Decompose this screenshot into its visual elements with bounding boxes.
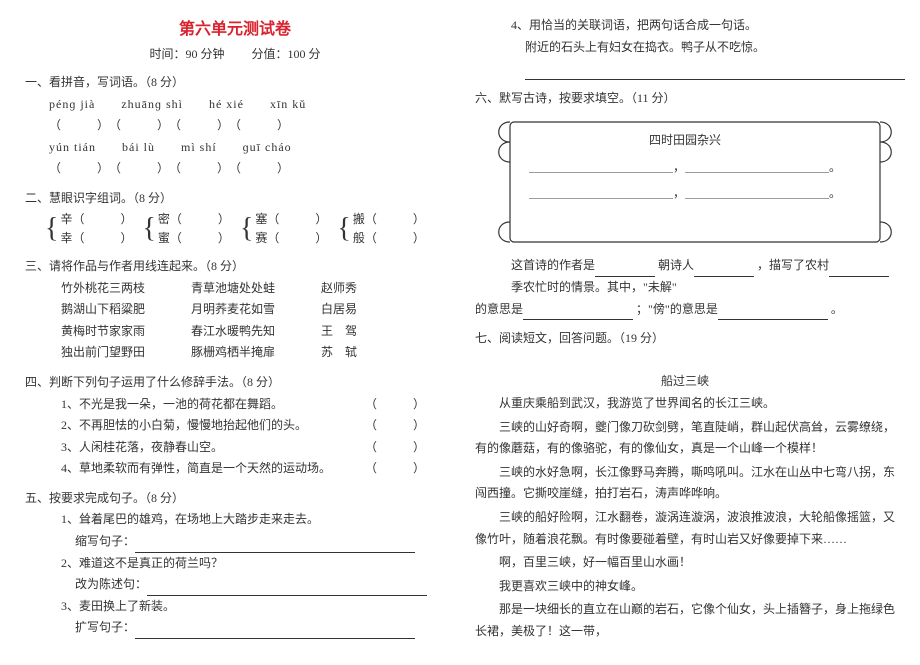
blank-line [135,539,415,553]
section-3: 三、请将作品与作者用线连起来。（8 分） 竹外桃花三两枝青草池塘处处蛙赵师秀 鹅… [25,256,445,364]
blank-line [147,582,427,596]
paren-row-2: （ ） （ ） （ ） （ ） [25,158,445,180]
poem-line-1: ＿＿＿＿＿＿＿＿＿＿＿＿，＿＿＿＿＿＿＿＿＿＿＿＿。 [525,154,845,180]
section-6-heading: 六、默写古诗，按要求填空。（11 分） [475,88,895,110]
q5-3-sub: 扩写句子： [75,620,135,634]
para-4: 三峡的船好险啊，江水翻卷，漩涡连漩涡，波浪推波浪，大轮船像摇篮，又像竹叶，随着浪… [475,507,895,550]
blank-line [525,66,905,80]
blank-line [718,306,828,320]
s6-desc-1: 这首诗的作者是 朝诗人 ，描写了农村 季农忙时的情景。其中，"未解" [475,255,895,298]
blank-line [595,263,655,277]
brace-icon: { [337,215,350,243]
passage-title: 船过三峡 [475,371,895,393]
para-7: 那是一块细长的直立在山巅的岩石，它像个仙女，头上插簪子，身上拖绿色长裙，美极了！… [475,599,895,642]
para-2: 三峡的山好奇啊，夔门像刀砍剑劈，笔直陡峭，群山起伏高耸，云雾缭绕，有的像蘑菇，有… [475,417,895,460]
match-row: 黄梅时节家家雨春江水暖鸭先知王 驾 [25,321,445,343]
section-6: 六、默写古诗，按要求填空。（11 分） 四时田园杂兴 ＿＿＿＿＿＿＿＿＿＿＿＿，… [475,88,895,320]
section-3-heading: 三、请将作品与作者用线连起来。（8 分） [25,256,445,278]
pair-4a: 搬（ ） [353,210,425,229]
section-5-heading: 五、按要求完成句子。（8 分） [25,488,445,510]
blank-line [694,263,754,277]
q4-2: 2、不再胆怯的小白菊，慢慢地抬起他们的头。 [61,415,307,437]
poem-line-2: ＿＿＿＿＿＿＿＿＿＿＿＿，＿＿＿＿＿＿＿＿＿＿＿＿。 [525,180,845,206]
q5-2: 2、难道这不是真正的荷兰吗？ [25,553,445,575]
pair-2b: 蜜（ ） [158,229,230,248]
section-4-heading: 四、判断下列句子运用了什么修辞手法。（8 分） [25,372,445,394]
q5-3: 3、麦田换上了新装。 [25,596,445,618]
brace-icon: { [45,215,58,243]
answer-paren: （ ） [365,458,445,480]
pair-2a: 密（ ） [158,210,230,229]
pair-1b: 幸（ ） [60,229,132,248]
section-1: 一、看拼音，写词语。（8 分） pénɡ jià zhuānɡ shì hé x… [25,72,445,180]
pinyin-row-1: pénɡ jià zhuānɡ shì hé xié xīn kǔ [25,94,445,116]
para-3: 三峡的水好急啊，长江像野马奔腾，嘶鸣吼叫。江水在山丛中七弯八拐，东闯西撞。它撕咬… [475,462,895,505]
brace-icon: { [142,215,155,243]
pair-3a: 塞（ ） [255,210,327,229]
section-7-heading: 七、阅读短文，回答问题。（19 分） [475,328,895,350]
section-1-heading: 一、看拼音，写词语。（8 分） [25,72,445,94]
q5-4-text: 附近的石头上有妇女在捣衣。鸭子从不吃惊。 [475,37,895,59]
q5-1: 1、耸着尾巴的雄鸡，在场地上大踏步走来走去。 [25,509,445,531]
blank-line [523,306,633,320]
pair-3b: 赛（ ） [255,229,327,248]
q5-2-sub: 改为陈述句： [75,577,147,591]
section-5b: 4、用恰当的关联词语，把两句话合成一句话。 附近的石头上有妇女在捣衣。鸭子从不吃… [475,15,895,80]
section-4: 四、判断下列句子运用了什么修辞手法。（8 分） 1、不光是我一朵，一池的荷花都在… [25,372,445,480]
paren-row-1: （ ） （ ） （ ） （ ） [25,115,445,137]
match-row: 鹅湖山下稻粱肥月明荞麦花如雪白居易 [25,299,445,321]
time-label: 时间：90 分钟 [149,47,224,61]
answer-paren: （ ） [365,437,445,459]
q4-1: 1、不光是我一朵，一池的荷花都在舞蹈。 [61,394,283,416]
q4-4: 4、草地柔软而有弹性，简直是一个天然的运动场。 [61,458,331,480]
q5-4: 4、用恰当的关联词语，把两句话合成一句话。 [475,15,895,37]
blank-line [829,263,889,277]
brace-icon: { [240,215,253,243]
test-meta: 时间：90 分钟 分值：100 分 [25,45,445,62]
blank-line [135,625,415,639]
q5-1-sub: 缩写句子： [75,534,135,548]
pinyin-row-2: yún tián bái lù mì shí ɡuī cháo [25,137,445,159]
section-5: 五、按要求完成句子。（8 分） 1、耸着尾巴的雄鸡，在场地上大踏步走来走去。 缩… [25,488,445,639]
section-7: 七、阅读短文，回答问题。（19 分） 船过三峡 从重庆乘船到武汉，我游览了世界闻… [475,328,895,642]
s6-desc-2: 的意思是 ；"傍"的意思是 。 [475,299,895,321]
para-1: 从重庆乘船到武汉，我游览了世界闻名的长江三峡。 [475,393,895,415]
match-row: 竹外桃花三两枝青草池塘处处蛙赵师秀 [25,278,445,300]
score-label: 分值：100 分 [252,47,321,61]
para-6: 我更喜欢三峡中的神女峰。 [475,576,895,598]
answer-paren: （ ） [365,415,445,437]
section-2: 二、慧眼识字组词。（8 分） { 辛（ ）幸（ ） { 密（ ）蜜（ ） { 塞… [25,188,445,248]
pair-1a: 辛（ ） [60,210,132,229]
answer-paren: （ ） [365,394,445,416]
pair-4b: 般（ ） [353,229,425,248]
match-row: 独出前门望野田豚栅鸡栖半掩扉苏 轼 [25,342,445,364]
q4-3: 3、人闲桂花落，夜静春山空。 [61,437,223,459]
scroll-frame: 四时田园杂兴 ＿＿＿＿＿＿＿＿＿＿＿＿，＿＿＿＿＿＿＿＿＿＿＿＿。 ＿＿＿＿＿＿… [485,117,885,247]
test-title: 第六单元测试卷 [25,15,445,39]
para-5: 啊，百里三峡，好一幅百里山水画！ [475,552,895,574]
section-2-heading: 二、慧眼识字组词。（8 分） [25,188,445,210]
poem-title: 四时田园杂兴 [525,127,845,153]
